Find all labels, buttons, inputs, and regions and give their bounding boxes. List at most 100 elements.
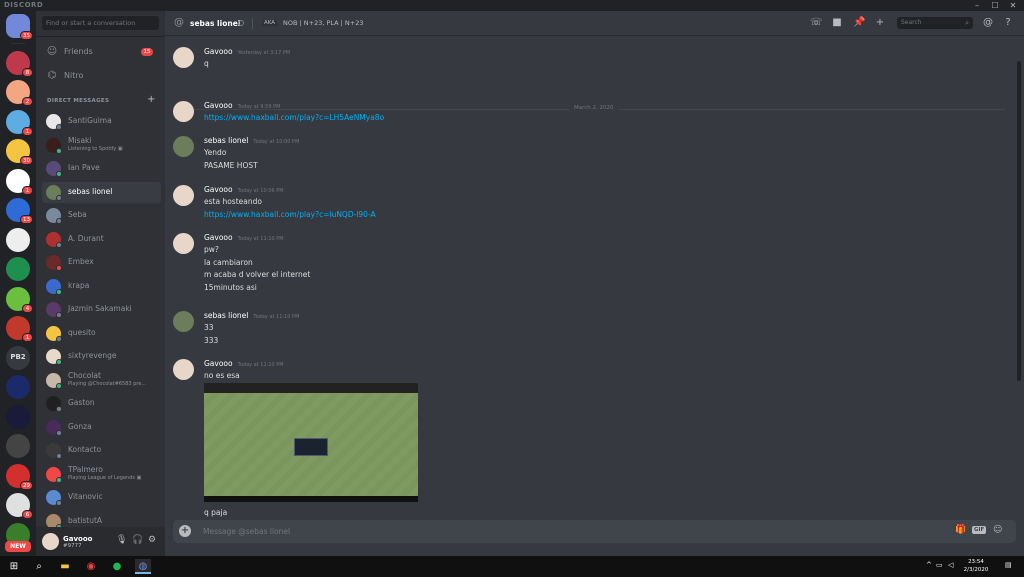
guild-icon[interactable]: 2 (6, 80, 33, 106)
user-status-icon (238, 20, 244, 26)
maximize-button[interactable]: ☐ (986, 0, 1004, 11)
guild-icon[interactable] (6, 227, 30, 252)
message-link[interactable]: https://www.haxball.com/play?c=luNQD-l90… (204, 210, 376, 219)
help-icon[interactable]: ? (1002, 17, 1014, 29)
guild-separator (11, 43, 25, 44)
dm-item[interactable]: Gonza (42, 417, 161, 438)
video-call-icon[interactable]: ■ (831, 17, 843, 29)
message-header: Gavooo Today at 10:06 PM (204, 185, 284, 194)
discord-taskbar-icon[interactable]: ◍ (135, 559, 151, 574)
notifications-icon[interactable]: ▤ (1005, 561, 1012, 569)
dm-item[interactable]: Kontacto (42, 440, 161, 461)
dm-item[interactable]: Ian Pave (42, 158, 161, 179)
message-link[interactable]: https://www.haxball.com/play?c=LH5AeNMya… (204, 113, 384, 122)
call-icon[interactable]: ☏ (810, 17, 823, 29)
dm-item[interactable]: sixtyrevenge (42, 346, 161, 367)
upload-plus-icon[interactable]: + (179, 525, 191, 537)
friends-nav-item[interactable]: ☺ Friends 15 (42, 42, 159, 62)
dm-item[interactable]: A. Durant (42, 229, 161, 250)
gift-icon[interactable]: 🎁 (955, 525, 966, 535)
guild-icon[interactable]: 13 (6, 198, 33, 224)
network-icon[interactable]: ▭ (936, 561, 943, 569)
message-composer[interactable]: + Message @sebas lionel 🎁 GIF ☺ (173, 520, 1016, 543)
guild-icon[interactable]: 29 (6, 463, 33, 490)
pin-icon[interactable]: 📌 (853, 17, 865, 29)
user-avatar[interactable] (42, 533, 59, 550)
dm-item[interactable]: SantiGuima (42, 111, 161, 132)
create-dm-icon[interactable]: + (147, 94, 155, 105)
guild-mention-badge: 8 (22, 67, 33, 77)
dm-item[interactable]: Vitanovic (42, 487, 161, 508)
new-button[interactable]: NEW (5, 541, 31, 552)
guild-icon[interactable]: 1 (6, 316, 33, 342)
scrollbar[interactable] (1017, 61, 1021, 381)
file-explorer-icon[interactable]: ▬ (57, 559, 73, 574)
taskbar-clock[interactable]: 23:54 2/3/2020 (960, 558, 992, 574)
microphone-icon[interactable]: 🎙 (116, 535, 127, 545)
guild-icon[interactable]: PB2 (6, 345, 30, 370)
dm-item[interactable]: TPalmero Playing League of Legends ▣ (42, 464, 161, 485)
guild-icon[interactable]: 4 (6, 286, 33, 313)
chrome-icon[interactable]: ◉ (83, 559, 99, 574)
message-author[interactable]: Gavooo (204, 233, 233, 242)
tray-chevron-icon[interactable]: ^ (926, 561, 932, 569)
guild-icon[interactable]: 1 (6, 109, 33, 136)
message-author[interactable]: sebas lionel (204, 136, 248, 145)
search-taskbar-icon[interactable]: ⌕ (31, 559, 47, 574)
guild-icon[interactable]: 6 (6, 493, 33, 519)
settings-gear-icon[interactable]: ⚙ (148, 535, 156, 545)
nitro-label: Nitro (64, 71, 84, 80)
dm-item[interactable]: Jazmin Sakamaki (42, 299, 161, 320)
message-list[interactable]: March 2, 2020 Gavooo Yesterday at 3:17 PM… (165, 37, 1024, 517)
message-avatar[interactable] (173, 47, 194, 68)
message-input[interactable]: Message @sebas lionel (203, 527, 290, 536)
dm-item[interactable]: Chocolat Playing @Chocolat#6583 pre... (42, 370, 161, 391)
dm-name: Jazmin Sakamaki (68, 304, 132, 313)
dm-item[interactable]: Embex (42, 252, 161, 273)
friends-badge: 15 (141, 48, 153, 56)
message-avatar[interactable] (173, 311, 194, 332)
windows-start-icon[interactable]: ⊞ (6, 559, 22, 574)
search-input[interactable]: Search ⌕ (897, 17, 973, 29)
spotify-icon[interactable]: ● (109, 559, 125, 574)
message-author[interactable]: Gavooo (204, 47, 233, 56)
status-indicator-icon (56, 147, 62, 154)
nitro-nav-item[interactable]: ⌬ Nitro (42, 66, 159, 86)
message-avatar[interactable] (173, 101, 194, 122)
guild-icon[interactable] (6, 404, 30, 429)
volume-icon[interactable]: ◁ (948, 561, 953, 569)
home-button[interactable]: 35 (6, 14, 33, 40)
headphones-icon[interactable]: 🎧 (132, 535, 143, 545)
dm-item[interactable]: Misaki Listening to Spotify ▣ (42, 135, 161, 156)
message-avatar[interactable] (173, 233, 194, 254)
guild-icon[interactable] (6, 257, 30, 281)
message-author[interactable]: sebas lionel (204, 311, 248, 320)
message-avatar[interactable] (173, 359, 194, 380)
dm-item[interactable]: Gaston (42, 393, 161, 414)
dm-item[interactable]: Seba (42, 205, 161, 226)
message-author[interactable]: Gavooo (204, 101, 233, 110)
guild-icon[interactable] (6, 375, 30, 399)
add-friend-icon[interactable]: + (874, 17, 886, 29)
message-avatar[interactable] (173, 136, 194, 157)
message-author[interactable]: Gavooo (204, 185, 233, 194)
dm-item[interactable]: krapa (42, 276, 161, 297)
dm-item[interactable]: sebas lionel (42, 181, 161, 203)
guild-icon[interactable]: 1 (6, 168, 33, 195)
image-attachment[interactable] (204, 383, 418, 502)
windows-taskbar: ⊞ ⌕ ▬ ◉ ● ◍ ^ ▭ ◁ 23:54 2/3/2020 ▤ (0, 556, 1024, 577)
guild-icon[interactable]: 30 (6, 139, 33, 165)
gif-button[interactable]: GIF (972, 526, 987, 534)
find-conversation-input[interactable]: Find or start a conversation (42, 16, 159, 30)
message-avatar[interactable] (173, 185, 194, 206)
guild-mention-badge: 13 (20, 215, 33, 224)
emoji-icon[interactable]: ☺ (993, 525, 1002, 535)
dm-item[interactable]: quesito (42, 323, 161, 344)
mentions-icon[interactable]: @ (982, 17, 994, 29)
dm-name: Seba (68, 210, 87, 219)
minimize-button[interactable]: – (968, 0, 986, 11)
guild-icon[interactable] (6, 434, 30, 458)
close-button[interactable]: ✕ (1004, 0, 1022, 11)
message-author[interactable]: Gavooo (204, 359, 233, 368)
guild-icon[interactable]: 8 (6, 50, 33, 77)
